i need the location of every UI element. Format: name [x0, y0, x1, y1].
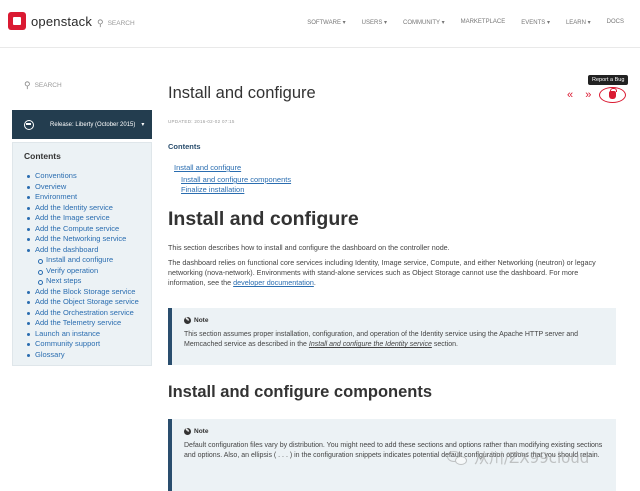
openstack-logo-icon	[8, 12, 26, 30]
page-title: Install and configure	[168, 84, 316, 102]
chat-bubbles-icon	[447, 449, 469, 467]
sidebar-toc: Contents Conventions Overview Environmen…	[12, 142, 152, 366]
contents-link-install-configure[interactable]: Install and configure	[174, 163, 241, 172]
note-heading-label: Note	[194, 317, 209, 324]
section-title: Install and configure	[168, 208, 359, 230]
logo-text: openstack	[31, 13, 93, 29]
toc-item-orchestration[interactable]: Add the Orchestration service	[27, 308, 139, 319]
note-heading-label: Note	[194, 428, 209, 435]
contents-link-components[interactable]: Install and configure components	[181, 175, 291, 184]
search-icon: ⚲	[97, 18, 104, 28]
top-search[interactable]: ⚲ SEARCH	[97, 18, 135, 29]
note-icon: ✎	[184, 428, 191, 435]
toc-item-block-storage[interactable]: Add the Block Storage service	[27, 287, 139, 298]
toc-item-dashboard[interactable]: Add the dashboard	[27, 245, 139, 256]
intro-paragraph: This section describes how to install an…	[168, 243, 450, 252]
sidebar-search-label: SEARCH	[34, 82, 62, 89]
next-page-button[interactable]: »	[585, 89, 591, 101]
bug-icon	[609, 88, 617, 99]
contents-heading: Contents	[168, 142, 201, 151]
toc-item-object-storage[interactable]: Add the Object Storage service	[27, 297, 139, 308]
toc-item-overview[interactable]: Overview	[27, 182, 139, 193]
toc-item-environment[interactable]: Environment	[27, 192, 139, 203]
nav-learn[interactable]: LEARN ▾	[566, 19, 591, 26]
page-pager: « »	[567, 89, 600, 101]
developer-docs-link[interactable]: developer documentation	[233, 278, 314, 287]
updated-date: UPDATED: 2016-02-02 07:15	[168, 119, 235, 124]
toc-item-image[interactable]: Add the Image service	[27, 213, 139, 224]
toc-item-identity[interactable]: Add the Identity service	[27, 203, 139, 214]
toc-item-launch-instance[interactable]: Launch an instance	[27, 329, 139, 340]
toc-title: Contents	[24, 151, 61, 161]
note-icon: ✎	[184, 317, 191, 324]
openstack-logo[interactable]: openstack	[8, 12, 92, 30]
components-title: Install and configure components	[168, 383, 433, 401]
note-end: section.	[431, 341, 458, 348]
dependencies-paragraph: The dashboard relies on functional core …	[168, 258, 616, 288]
note-text: This section assumes proper installation…	[184, 330, 609, 350]
toc-subitem-verify[interactable]: Verify operation	[38, 266, 139, 277]
release-icon	[24, 119, 34, 130]
nav-users[interactable]: USERS ▾	[362, 19, 387, 26]
watermark-text: 从川/ZX99cloud	[474, 449, 590, 467]
nav-community[interactable]: COMMUNITY ▾	[403, 19, 445, 26]
nav-docs[interactable]: DOCS	[607, 19, 624, 26]
previous-page-button[interactable]: «	[567, 89, 573, 101]
watermark: 从川/ZX99cloud	[447, 447, 589, 468]
note-identity: ✎ Note This section assumes proper insta…	[168, 308, 616, 365]
release-selector[interactable]: Release: Liberty (October 2015) ▾	[12, 110, 152, 139]
sidebar-search[interactable]: ⚲ SEARCH	[24, 80, 62, 91]
toc-subitem-install-configure[interactable]: Install and configure	[38, 255, 139, 266]
identity-service-link[interactable]: Install and configure the Identity servi…	[309, 341, 432, 348]
search-icon: ⚲	[24, 80, 31, 90]
release-label: Release: Liberty (October 2015)	[50, 121, 136, 128]
caret-down-icon: ▾	[141, 122, 145, 128]
note-heading: ✎ Note	[184, 317, 208, 324]
top-search-label: SEARCH	[107, 20, 135, 27]
note-heading: ✎ Note	[184, 428, 208, 435]
toc-item-community-support[interactable]: Community support	[27, 339, 139, 350]
toc-item-compute[interactable]: Add the Compute service	[27, 224, 139, 235]
toc-list: Conventions Overview Environment Add the…	[27, 171, 139, 360]
toc-subitem-next-steps[interactable]: Next steps	[38, 276, 139, 287]
toc-item-telemetry[interactable]: Add the Telemetry service	[27, 318, 139, 329]
dependencies-end: .	[313, 278, 316, 287]
nav-events[interactable]: EVENTS ▾	[521, 19, 550, 26]
report-bug-button[interactable]	[599, 87, 626, 103]
nav-marketplace[interactable]: MARKETPLACE	[461, 19, 506, 26]
top-navbar: openstack ⚲ SEARCH SOFTWARE ▾ USERS ▾ CO…	[0, 0, 640, 48]
toc-item-networking[interactable]: Add the Networking service	[27, 234, 139, 245]
toc-item-conventions[interactable]: Conventions	[27, 171, 139, 182]
contents-link-finalize[interactable]: Finalize installation	[181, 185, 244, 194]
main-nav: SOFTWARE ▾ USERS ▾ COMMUNITY ▾ MARKETPLA…	[307, 19, 640, 26]
report-bug-tooltip: Report a Bug	[588, 75, 629, 85]
toc-item-glossary[interactable]: Glossary	[27, 350, 139, 361]
nav-software[interactable]: SOFTWARE ▾	[307, 19, 345, 26]
